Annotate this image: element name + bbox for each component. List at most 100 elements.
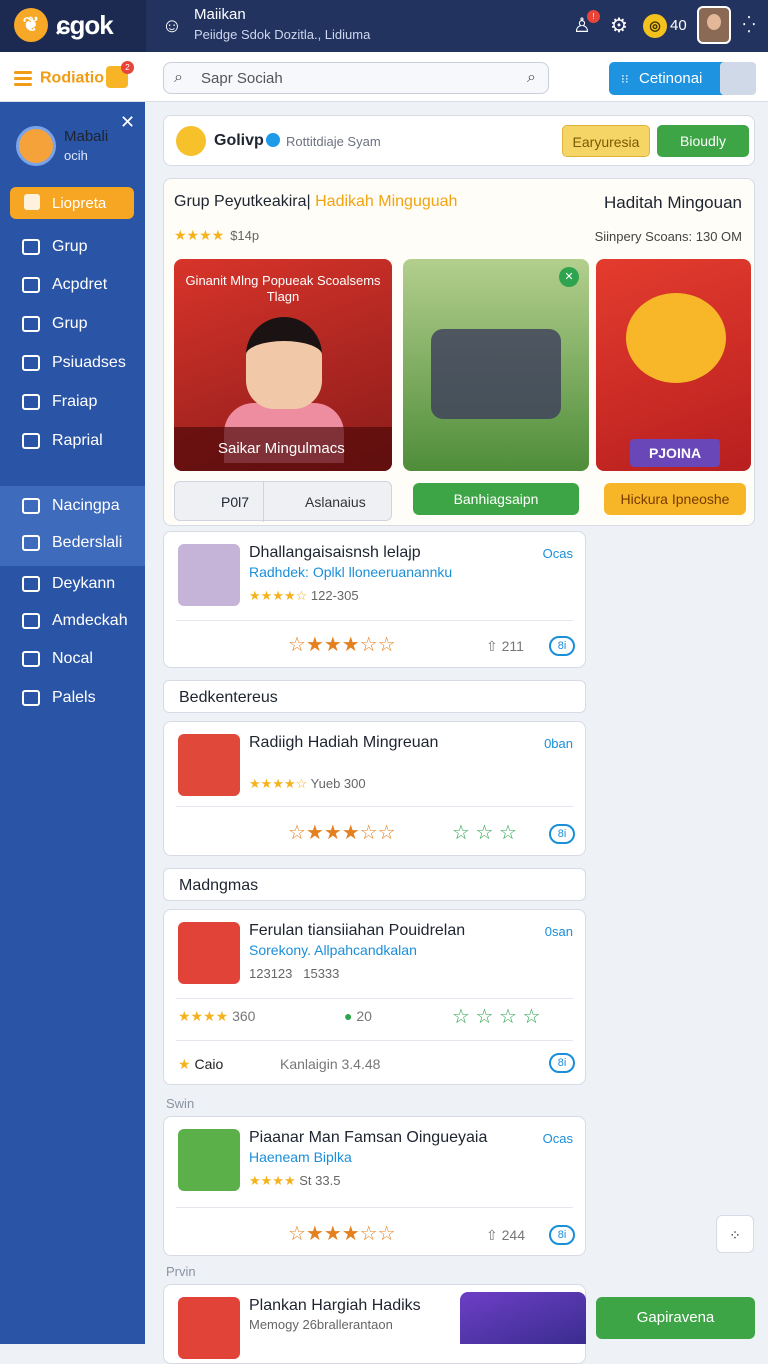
- sidebar-item[interactable]: Nacingpa: [22, 497, 120, 515]
- sidebar-active-label: Liopreta: [52, 195, 107, 212]
- post-count: ⇧ 244: [486, 1227, 525, 1243]
- post-title: Piaanar Man Famsan Oingueyaia: [249, 1129, 488, 1146]
- sidebar-item[interactable]: Grup: [22, 238, 88, 256]
- close-icon[interactable]: ✕: [559, 267, 579, 287]
- rating-stars[interactable]: ☆★★★☆☆: [288, 632, 396, 657]
- sidebar-item[interactable]: Bederslali: [22, 534, 122, 552]
- feature-card: Grup Peyutkeakira| Hadikah Minguguah ★★★…: [163, 178, 755, 526]
- profile-icon[interactable]: ☺: [160, 14, 184, 38]
- rating-stars[interactable]: ☆★★★☆☆: [288, 820, 396, 845]
- menu-brand[interactable]: Rodiatio: [14, 68, 104, 89]
- post-footer-a[interactable]: ★ Caio: [178, 1056, 223, 1073]
- post-card[interactable]: Piaanar Man Famsan Oingueyaia Haeneam Bi…: [163, 1116, 586, 1256]
- grid-icon[interactable]: ⁛: [737, 14, 761, 38]
- post-card[interactable]: Radiigh Hadiah Mingreuan ★★★★☆ Yueb 300 …: [163, 721, 586, 856]
- share-button[interactable]: 8i: [549, 1053, 575, 1073]
- mascot-tag[interactable]: PJOINA: [630, 439, 720, 467]
- group-subtitle: Rottitdiaje Syam: [286, 134, 381, 149]
- close-icon[interactable]: ✕: [120, 112, 135, 133]
- share-button[interactable]: 8i: [549, 1225, 575, 1245]
- gear-icon[interactable]: ⚙: [607, 14, 631, 38]
- sidebar-item[interactable]: Deykann: [22, 575, 115, 593]
- grid-small-icon: ⁝⁝: [621, 72, 629, 86]
- post-count: ⇧ 211: [486, 638, 524, 654]
- top-bar: ❦ ɕgok ☺ Maiikan Peiidge Sdok Dozitla., …: [0, 0, 768, 52]
- sidebar-item[interactable]: Fraiap: [22, 393, 97, 411]
- header-button-2[interactable]: Bioudly: [657, 125, 749, 157]
- post-meta: ★★★★☆ Yueb 300: [249, 776, 366, 791]
- post-tag[interactable]: Ocas: [543, 1131, 573, 1146]
- logo-icon: ❦: [14, 8, 48, 42]
- post-tag[interactable]: Ocas: [543, 546, 573, 561]
- profile-sub: ocih: [64, 148, 88, 163]
- post-meta: 123123 15333: [249, 966, 340, 981]
- bottom-cta-button[interactable]: Gapiravena: [596, 1297, 755, 1339]
- feature-image-group[interactable]: ✕: [403, 259, 589, 471]
- group-header-card: Golivp Rottitdiaje Syam Earyuresia Bioud…: [163, 115, 755, 166]
- post-footer-b: Kanlaigin 3.4.48: [280, 1056, 381, 1072]
- profile-avatar[interactable]: [16, 126, 56, 166]
- home-icon: [24, 194, 40, 210]
- sidebar-item[interactable]: Psiuadses: [22, 354, 126, 372]
- post-thumbnail: [178, 922, 240, 984]
- post-title: Dhallangaisaisnsh lelajp: [249, 544, 421, 561]
- section-header: Madngmas: [163, 868, 586, 901]
- post-title: Plankan Hargiah Hadiks: [249, 1297, 421, 1314]
- search-bar[interactable]: ⌕ Sapr Sociah ⌕: [163, 62, 549, 94]
- sidebar-item[interactable]: Grup: [22, 315, 88, 333]
- post-thumbnail: [178, 1297, 240, 1359]
- menu-icon[interactable]: [14, 68, 32, 89]
- header-button-1[interactable]: Earyuresia: [562, 125, 650, 157]
- logo-area[interactable]: ❦ ɕgok: [0, 0, 146, 52]
- post-card[interactable]: Dhallangaisaisnsh lelajp Radhdek: Oplkl …: [163, 531, 586, 668]
- post-thumbnail: [178, 734, 240, 796]
- mascot-image: [626, 293, 726, 383]
- feature-green-button[interactable]: Banhiagsaipn: [413, 483, 579, 515]
- post-subtitle: Haeneam Biplka: [249, 1149, 352, 1165]
- post-title: Ferulan tiansiiahan Pouidrelan: [249, 922, 466, 939]
- post-subtitle: Memogy 26brallerantaon: [249, 1317, 393, 1332]
- pill-stat-b: Aslanaius: [305, 494, 366, 510]
- group-title: Golivp: [214, 132, 264, 149]
- post-meta: ★★★★ St 33.5: [249, 1173, 341, 1188]
- feature-right-sub: Siinpery Scoans: 130 OM: [594, 229, 742, 244]
- sidebar-item[interactable]: Amdeckah: [22, 612, 128, 630]
- cta-avatar[interactable]: [720, 62, 756, 95]
- brand-label: Rodiatio: [40, 69, 104, 87]
- sidebar-item-active[interactable]: Liopreta: [10, 187, 134, 219]
- profile-name: Mabali: [64, 128, 109, 145]
- share-button[interactable]: 8i: [549, 636, 575, 656]
- promo-image[interactable]: [460, 1292, 586, 1344]
- feature-rating: ★★★★ $14p: [174, 227, 260, 243]
- section-header: Bedkentereus: [163, 680, 586, 713]
- feature-image-mascot[interactable]: PJOINA: [596, 259, 751, 471]
- post-meta: ★★★★☆ 122-305: [249, 588, 359, 603]
- verified-icon: [266, 133, 280, 147]
- post-card[interactable]: Ferulan tiansiiahan Pouidrelan Sorekony.…: [163, 909, 586, 1085]
- feature-image-portrait[interactable]: Ginanit Mlng Popueak Scoalsems Tlagn Sai…: [174, 259, 392, 471]
- search-submit-icon[interactable]: ⌕: [527, 69, 536, 87]
- bag-badge: 2: [121, 61, 134, 74]
- grid-icon[interactable]: ⁘: [716, 1215, 754, 1253]
- avatar[interactable]: [697, 6, 731, 44]
- post-tag[interactable]: 0ban: [544, 736, 573, 751]
- post-count-2: ● 20: [344, 1008, 372, 1024]
- search-input[interactable]: Sapr Sociah: [201, 70, 283, 87]
- post-tag[interactable]: 0san: [545, 924, 573, 939]
- sidebar-item[interactable]: Nocal: [22, 650, 93, 668]
- top-subtitle: Peiidge Sdok Dozitla., Lidiuma: [194, 27, 371, 42]
- rating-stars[interactable]: ☆★★★☆☆: [288, 1221, 396, 1246]
- sidebar-item[interactable]: Acpdret: [22, 276, 107, 294]
- sidebar-item[interactable]: Palels: [22, 689, 96, 707]
- share-button[interactable]: 8i: [549, 824, 575, 844]
- logo-text: ɕgok: [56, 10, 114, 40]
- feature-pill-stats[interactable]: P0l7 Aslanaius: [174, 481, 392, 522]
- section-label: Prvin: [166, 1264, 196, 1279]
- sidebar-item[interactable]: Raprial: [22, 432, 103, 450]
- rating-stars-green[interactable]: ☆ ☆ ☆ ☆: [452, 1004, 540, 1029]
- feature-orange-button[interactable]: Hickura Ipneoshe: [604, 483, 746, 515]
- notification-badge: !: [587, 10, 600, 23]
- group-photo: [431, 329, 561, 419]
- post-subtitle: Radhdek: Oplkl lloneeruanannku: [249, 564, 453, 580]
- rating-stars-green[interactable]: ☆ ☆ ☆: [452, 820, 517, 845]
